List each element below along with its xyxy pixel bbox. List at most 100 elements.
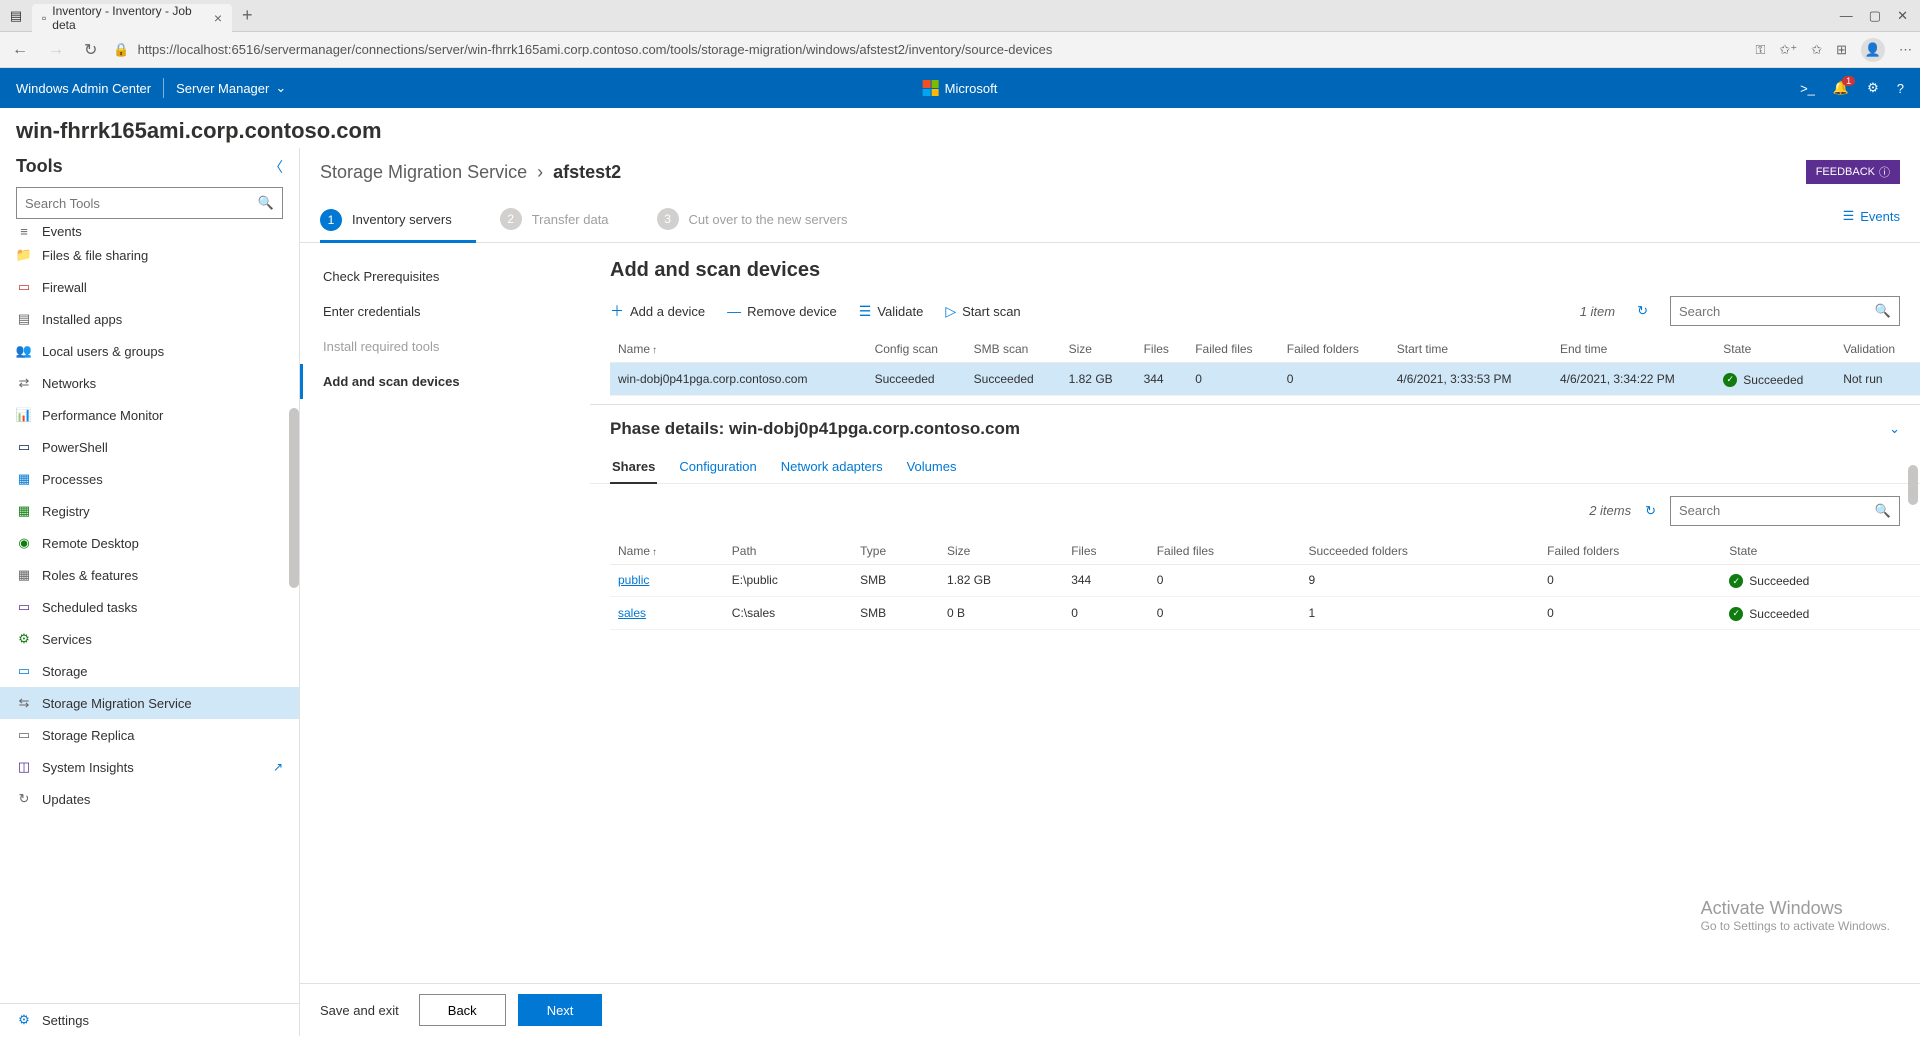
share-link[interactable]: sales: [618, 606, 646, 620]
phase-search-input[interactable]: [1679, 503, 1875, 518]
sidebar-item-remote-desktop[interactable]: ◉Remote Desktop: [0, 527, 299, 559]
next-button[interactable]: Next: [518, 994, 603, 1026]
devices-search[interactable]: 🔍: [1670, 296, 1900, 326]
tab-shares[interactable]: Shares: [610, 453, 657, 484]
table-row[interactable]: salesC:\salesSMB0 B0010✓Succeeded: [610, 597, 1920, 630]
collapse-phase-icon[interactable]: ⌄: [1889, 421, 1900, 437]
sidebar-item-performance-monitor[interactable]: 📊Performance Monitor: [0, 399, 299, 431]
wizard-step-2[interactable]: 2Transfer data: [500, 198, 633, 242]
col-succeeded-folders[interactable]: Succeeded folders: [1300, 538, 1539, 565]
sidebar-item-firewall[interactable]: ▭Firewall: [0, 271, 299, 303]
tab-network-adapters[interactable]: Network adapters: [779, 453, 885, 483]
address-bar[interactable]: 🔒 https://localhost:6516/servermanager/c…: [113, 42, 1743, 58]
col-type[interactable]: Type: [852, 538, 939, 565]
sidebar-item-networks[interactable]: ⇄Networks: [0, 367, 299, 399]
col-failed-files[interactable]: Failed files: [1187, 336, 1279, 363]
tab-volumes[interactable]: Volumes: [905, 453, 959, 483]
devices-search-input[interactable]: [1679, 304, 1875, 319]
context-dropdown[interactable]: Server Manager ⌄: [176, 80, 286, 96]
col-config-scan[interactable]: Config scan: [867, 336, 966, 363]
close-icon[interactable]: ×: [214, 10, 222, 26]
wizard-step-3[interactable]: 3Cut over to the new servers: [657, 198, 872, 242]
wizard-step-1[interactable]: 1Inventory servers: [320, 199, 476, 243]
add-device-button[interactable]: ＋Add a device: [610, 301, 705, 321]
sidebar-item-services[interactable]: ⚙Services: [0, 623, 299, 655]
col-size[interactable]: Size: [1061, 336, 1136, 363]
sidebar-item-local-users-groups[interactable]: 👥Local users & groups: [0, 335, 299, 367]
browser-tab[interactable]: ▫ Inventory - Inventory - Job deta ×: [32, 4, 232, 32]
subnav-enter-credentials[interactable]: Enter credentials: [300, 294, 590, 329]
tools-search-input[interactable]: [25, 196, 258, 211]
help-icon[interactable]: ?: [1897, 81, 1904, 96]
subnav-check-prerequisites[interactable]: Check Prerequisites: [300, 259, 590, 294]
col-name[interactable]: Name↑: [610, 336, 867, 363]
validate-button[interactable]: ☰Validate: [859, 303, 924, 320]
sidebar-item-system-insights[interactable]: ◫System Insights↗: [0, 751, 299, 783]
refresh-button[interactable]: ↻: [1637, 303, 1648, 319]
sidebar-item-powershell[interactable]: ▭PowerShell: [0, 431, 299, 463]
sidebar-item-files-file-sharing[interactable]: 📁Files & file sharing: [0, 239, 299, 271]
phase-search[interactable]: 🔍: [1670, 496, 1900, 526]
refresh-icon[interactable]: ↻: [80, 40, 101, 60]
console-icon[interactable]: >_: [1800, 81, 1815, 96]
col-start-time[interactable]: Start time: [1389, 336, 1552, 363]
phase-refresh-button[interactable]: ↻: [1645, 503, 1656, 519]
close-window-icon[interactable]: ✕: [1897, 8, 1908, 24]
key-icon[interactable]: ⚿: [1756, 42, 1766, 58]
app-menu-icon[interactable]: ▤: [0, 0, 32, 32]
table-row[interactable]: win-dobj0p41pga.corp.contoso.comSucceede…: [610, 363, 1920, 396]
col-failed-folders[interactable]: Failed folders: [1279, 336, 1389, 363]
col-failed-files[interactable]: Failed files: [1149, 538, 1301, 565]
profile-avatar[interactable]: 👤: [1861, 38, 1885, 62]
sidebar-item-settings[interactable]: ⚙ Settings: [0, 1003, 299, 1036]
wac-title[interactable]: Windows Admin Center: [16, 81, 151, 96]
col-smb-scan[interactable]: SMB scan: [966, 336, 1061, 363]
events-link[interactable]: ☰Events: [1843, 208, 1900, 232]
tools-search[interactable]: 🔍: [16, 187, 283, 219]
col-state[interactable]: State: [1715, 336, 1835, 363]
back-icon[interactable]: ←: [8, 41, 32, 59]
sidebar-item-processes[interactable]: ▦Processes: [0, 463, 299, 495]
remove-device-button[interactable]: —Remove device: [727, 303, 837, 319]
minimize-icon[interactable]: —: [1840, 8, 1853, 24]
sidebar-item-storage-replica[interactable]: ▭Storage Replica: [0, 719, 299, 751]
sidebar-item-events[interactable]: ≡Events: [0, 227, 299, 239]
sidebar-item-roles-features[interactable]: ▦Roles & features: [0, 559, 299, 591]
col-validation[interactable]: Validation: [1835, 336, 1920, 363]
notifications-icon[interactable]: 🔔1: [1833, 80, 1849, 96]
settings-icon[interactable]: ⚙: [1867, 80, 1879, 96]
table-row[interactable]: publicE:\publicSMB1.82 GB344090✓Succeede…: [610, 564, 1920, 597]
sidebar-item-scheduled-tasks[interactable]: ▭Scheduled tasks: [0, 591, 299, 623]
tab-configuration[interactable]: Configuration: [677, 453, 758, 483]
more-icon[interactable]: ⋯: [1899, 42, 1912, 58]
save-and-exit-link[interactable]: Save and exit: [320, 1003, 399, 1018]
favorite-icon[interactable]: ✩: [1811, 42, 1822, 58]
scrollbar-thumb[interactable]: [1908, 465, 1918, 505]
back-button[interactable]: Back: [419, 994, 506, 1026]
collections-icon[interactable]: ⊞: [1836, 42, 1847, 58]
col-failed-folders[interactable]: Failed folders: [1539, 538, 1721, 565]
col-files[interactable]: Files: [1063, 538, 1149, 565]
col-end-time[interactable]: End time: [1552, 336, 1715, 363]
share-link[interactable]: public: [618, 573, 649, 587]
scrollbar-thumb[interactable]: [289, 408, 299, 588]
sidebar-item-installed-apps[interactable]: ▤Installed apps: [0, 303, 299, 335]
new-tab-button[interactable]: +: [232, 5, 263, 26]
sidebar-item-storage[interactable]: ▭Storage: [0, 655, 299, 687]
col-state[interactable]: State: [1721, 538, 1920, 565]
subnav-add-and-scan-devices[interactable]: Add and scan devices: [300, 364, 590, 399]
breadcrumb-parent[interactable]: Storage Migration Service: [320, 162, 527, 182]
col-name[interactable]: Name↑: [610, 538, 724, 565]
col-size[interactable]: Size: [939, 538, 1063, 565]
collapse-sidebar-icon[interactable]: 〈: [269, 157, 283, 177]
maximize-icon[interactable]: ▢: [1869, 8, 1881, 24]
tools-list[interactable]: ≡Events📁Files & file sharing▭Firewall▤In…: [0, 227, 299, 1003]
sidebar-item-updates[interactable]: ↻Updates: [0, 783, 299, 815]
star-add-icon[interactable]: ✩⁺: [1779, 42, 1797, 58]
col-files[interactable]: Files: [1136, 336, 1188, 363]
start-scan-button[interactable]: ▷Start scan: [945, 303, 1020, 320]
sidebar-item-registry[interactable]: ▦Registry: [0, 495, 299, 527]
feedback-button[interactable]: FEEDBACK ⓘ: [1806, 160, 1900, 184]
sidebar-item-storage-migration-service[interactable]: ⇆Storage Migration Service: [0, 687, 299, 719]
col-path[interactable]: Path: [724, 538, 852, 565]
